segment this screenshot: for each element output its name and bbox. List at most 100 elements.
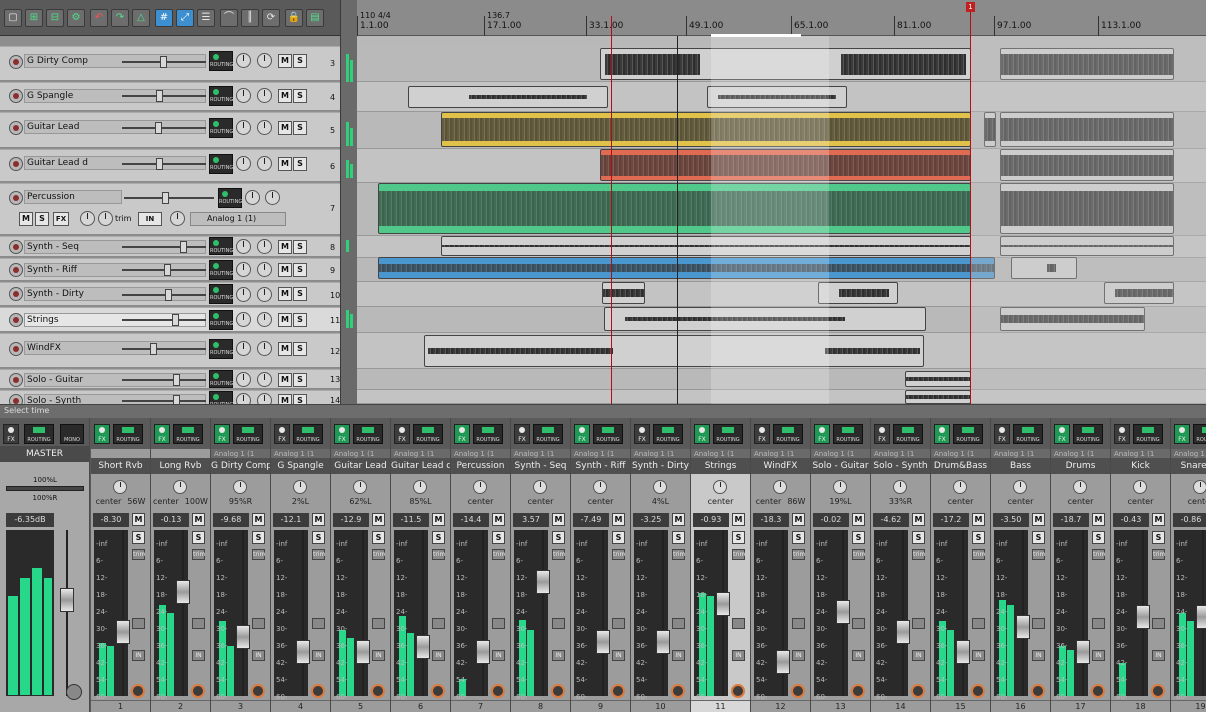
- routing-button[interactable]: ROUTING: [209, 391, 233, 404]
- gear-icon[interactable]: [66, 684, 82, 700]
- pan-knob[interactable]: [257, 393, 272, 404]
- fx-button[interactable]: FX: [994, 424, 1010, 444]
- channel-strip[interactable]: FX ROUTING Analog 1 (1 Bass center -3.50 M S -in…: [991, 418, 1051, 712]
- new-project-icon[interactable]: ▢: [4, 9, 22, 27]
- record-arm-button[interactable]: [9, 373, 23, 387]
- phase-knob[interactable]: [236, 120, 251, 135]
- pan-knob[interactable]: [773, 480, 787, 494]
- record-arm-button[interactable]: [9, 263, 23, 277]
- pan-knob[interactable]: [293, 480, 307, 494]
- routing-button[interactable]: ROUTING: [233, 424, 263, 444]
- record-arm-button[interactable]: [131, 684, 145, 698]
- input-button[interactable]: IN: [1032, 650, 1045, 661]
- phase-knob[interactable]: [236, 312, 251, 327]
- routing-button[interactable]: ROUTING: [173, 424, 203, 444]
- pan-knob[interactable]: [257, 287, 272, 302]
- lock-icon[interactable]: ☰: [197, 9, 215, 27]
- channel-strip[interactable]: FX ROUTING Long Rvb center 100W -0.13 M S -inf 6-…: [151, 418, 211, 712]
- volume-fader-thumb[interactable]: [156, 90, 163, 102]
- pan-knob[interactable]: [173, 480, 187, 494]
- trim-knob[interactable]: trim: [192, 549, 205, 560]
- chevron-right-icon[interactable]: [432, 618, 445, 629]
- timeline-ruler[interactable]: 110 4/4 136.7 1.1.00 17.1.00 33.1.00 49.…: [357, 0, 1206, 37]
- record-arm-button[interactable]: [851, 684, 865, 698]
- mute-button[interactable]: M: [278, 373, 292, 387]
- chevron-right-icon[interactable]: [252, 618, 265, 629]
- volume-fader[interactable]: [716, 592, 730, 616]
- mute-button[interactable]: M: [312, 513, 325, 526]
- open-project-icon[interactable]: ⊞: [25, 9, 43, 27]
- input-button[interactable]: IN: [852, 650, 865, 661]
- input-button[interactable]: IN: [312, 650, 325, 661]
- solo-button[interactable]: S: [293, 240, 307, 254]
- chevron-right-icon[interactable]: [1092, 618, 1105, 629]
- track-name[interactable]: Percussion: [24, 190, 122, 204]
- record-arm-button[interactable]: [911, 684, 925, 698]
- ripple-edit-icon[interactable]: ⤢: [176, 9, 194, 27]
- routing-button[interactable]: ROUTING: [1193, 424, 1206, 444]
- pan-slider[interactable]: [6, 486, 84, 491]
- record-arm-button[interactable]: [9, 240, 23, 254]
- mute-button[interactable]: M: [912, 513, 925, 526]
- routing-button[interactable]: ROUTING: [209, 118, 233, 138]
- volume-fader-thumb[interactable]: [165, 289, 172, 301]
- record-arm-button[interactable]: [551, 684, 565, 698]
- input-button[interactable]: IN: [792, 650, 805, 661]
- solo-button[interactable]: S: [293, 394, 307, 404]
- fx-button[interactable]: FX: [754, 424, 770, 444]
- phase-knob[interactable]: [236, 341, 251, 356]
- mute-button[interactable]: M: [278, 342, 292, 356]
- phase-knob[interactable]: [236, 262, 251, 277]
- solo-button[interactable]: S: [312, 531, 325, 544]
- record-arm-button[interactable]: [9, 55, 23, 69]
- trim-knob[interactable]: trim: [732, 549, 745, 560]
- volume-fader[interactable]: [1196, 605, 1206, 629]
- chevron-right-icon[interactable]: [1152, 618, 1165, 629]
- volume-fader[interactable]: [122, 294, 206, 296]
- chevron-right-icon[interactable]: [132, 618, 145, 629]
- routing-button[interactable]: ROUTING: [209, 86, 233, 106]
- input-button[interactable]: IN: [132, 650, 145, 661]
- track-row[interactable]: Solo - Guitar ROUTING M S 13: [0, 369, 340, 389]
- trim-knob[interactable]: trim: [252, 549, 265, 560]
- mute-button[interactable]: M: [732, 513, 745, 526]
- routing-button[interactable]: ROUTING: [713, 424, 743, 444]
- input-button[interactable]: IN: [912, 650, 925, 661]
- channel-strip[interactable]: FX ROUTING Analog 1 (1 WindFX center 86W -18.3…: [751, 418, 811, 712]
- fx-button[interactable]: FX: [694, 424, 710, 444]
- routing-button[interactable]: ROUTING: [218, 188, 242, 208]
- routing-button[interactable]: ROUTING: [593, 424, 623, 444]
- phase-knob[interactable]: [236, 393, 251, 404]
- channel-strip[interactable]: FX ROUTING Short Rvb center 56W -8.30 M S -inf 6-…: [91, 418, 151, 712]
- channel-strip[interactable]: FX ROUTING Analog 1 (1 Synth - Seq center 3.5…: [511, 418, 571, 712]
- volume-fader[interactable]: [1136, 605, 1150, 629]
- undo-icon[interactable]: ↶: [90, 9, 108, 27]
- trim-knob[interactable]: trim: [1032, 549, 1045, 560]
- chevron-right-icon[interactable]: [170, 211, 185, 226]
- record-arm-button[interactable]: [611, 684, 625, 698]
- volume-fader[interactable]: [122, 95, 206, 97]
- solo-button[interactable]: S: [192, 531, 205, 544]
- pan-knob[interactable]: [257, 88, 272, 103]
- mute-button[interactable]: M: [672, 513, 685, 526]
- record-arm-button[interactable]: [9, 121, 23, 135]
- channel-strip[interactable]: FX ROUTING Analog 1 (1 Kick center -0.43 M S -in…: [1111, 418, 1171, 712]
- pan-knob[interactable]: [653, 480, 667, 494]
- redo-icon[interactable]: ↷: [111, 9, 129, 27]
- volume-fader[interactable]: [122, 400, 206, 402]
- mute-button[interactable]: M: [432, 513, 445, 526]
- input-button[interactable]: IN: [732, 650, 745, 661]
- volume-fader[interactable]: [60, 588, 74, 612]
- volume-fader[interactable]: [956, 640, 970, 664]
- loop-icon[interactable]: ⟳: [262, 9, 280, 27]
- envelope-icon[interactable]: ⌒: [220, 9, 238, 27]
- pan-knob[interactable]: [473, 480, 487, 494]
- solo-button[interactable]: S: [372, 531, 385, 544]
- record-arm-button[interactable]: [371, 684, 385, 698]
- input-button[interactable]: IN: [432, 650, 445, 661]
- chevron-right-icon[interactable]: [732, 618, 745, 629]
- routing-button[interactable]: ROUTING: [1073, 424, 1103, 444]
- record-arm-button[interactable]: [9, 157, 23, 171]
- input-button[interactable]: IN: [972, 650, 985, 661]
- routing-button[interactable]: ROUTING: [893, 424, 923, 444]
